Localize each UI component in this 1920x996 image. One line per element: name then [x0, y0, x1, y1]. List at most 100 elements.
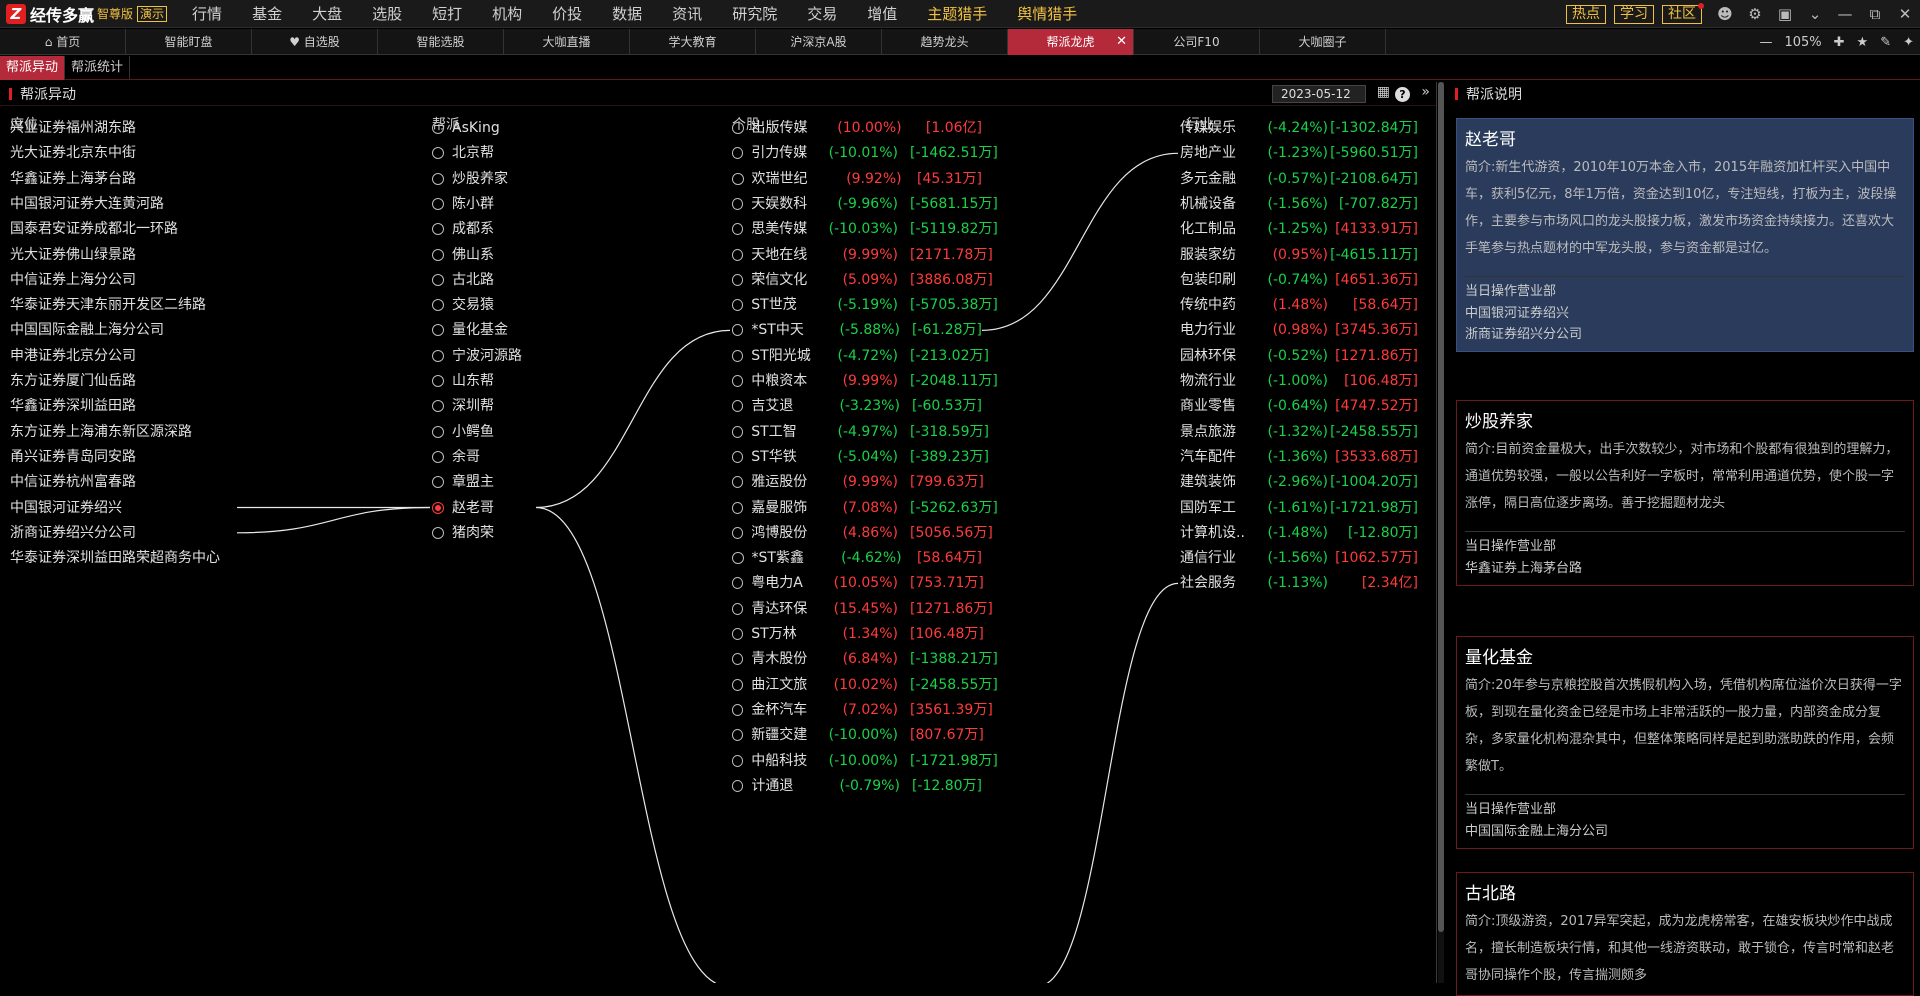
stock-row[interactable]: *ST紫鑫 (-4.62%) [58.64万]	[732, 548, 982, 568]
vertical-scrollbar[interactable]	[1438, 82, 1444, 983]
stock-row[interactable]: *ST中天 (-5.88%) [-61.28万]	[732, 320, 982, 340]
tab-4[interactable]: 大咖直播	[504, 28, 630, 55]
radio-button[interactable]	[732, 501, 744, 514]
calendar-icon[interactable]: ▦	[1377, 84, 1390, 100]
menu-item-13[interactable]: 舆情猎手	[1002, 3, 1092, 24]
seat-row[interactable]: 中信证券上海分公司	[10, 270, 136, 290]
tab-2[interactable]: ♥ 自选股	[252, 28, 378, 55]
stock-row[interactable]: 青达环保 (15.45%) [1271.86万]	[732, 599, 993, 619]
radio-button[interactable]	[432, 324, 444, 337]
tab-10[interactable]: 大咖圈子	[1260, 28, 1386, 55]
radio-button[interactable]	[732, 526, 744, 539]
radio-button[interactable]	[732, 450, 744, 463]
gang-row[interactable]: 陈小群	[432, 194, 494, 214]
radio-button[interactable]	[732, 223, 744, 236]
gang-row[interactable]: 炒股养家	[432, 169, 508, 189]
industry-row[interactable]: 通信行业 (-1.56%) [1062.57万]	[1180, 548, 1424, 568]
stock-row[interactable]: 新疆交建 (-10.00%) [807.67万]	[732, 725, 984, 745]
gang-row[interactable]: AsKing	[432, 118, 500, 138]
expand-icon[interactable]: »	[1421, 84, 1430, 100]
radio-button[interactable]	[432, 476, 444, 489]
gang-row[interactable]: 小鳄鱼	[432, 422, 494, 442]
radio-button[interactable]	[432, 273, 444, 286]
radio-button[interactable]	[732, 172, 744, 185]
stock-row[interactable]: ST世茂 (-5.19%) [-5705.38万]	[732, 295, 998, 315]
radio-button[interactable]	[432, 425, 444, 438]
menu-item-11[interactable]: 增值	[852, 3, 912, 24]
seat-row[interactable]: 国泰君安证券成都北一环路	[10, 219, 178, 239]
pin-icon[interactable]: ✦	[1903, 35, 1914, 50]
star-icon[interactable]: ★	[1857, 35, 1869, 50]
radio-button[interactable]	[732, 400, 744, 413]
stock-row[interactable]: 嘉曼服饰 (7.08%) [-5262.63万]	[732, 498, 998, 518]
layout-icon[interactable]: ▣	[1770, 5, 1800, 23]
radio-button[interactable]	[732, 754, 744, 767]
radio-button[interactable]	[432, 172, 444, 185]
edit-icon[interactable]: ✎	[1880, 35, 1891, 50]
radio-button[interactable]	[732, 628, 744, 640]
seat-row[interactable]: 华鑫证券上海茅台路	[10, 169, 136, 189]
scrollbar-thumb[interactable]	[1438, 82, 1444, 932]
stock-row[interactable]: 计通退 (-0.79%) [-12.80万]	[732, 776, 982, 796]
seat-row[interactable]: 东方证券上海浦东新区源深路	[10, 422, 192, 442]
radio-button[interactable]	[732, 273, 744, 286]
zoom-out-icon[interactable]: —	[1759, 35, 1772, 50]
seat-row[interactable]: 甬兴证券青岛同安路	[10, 447, 136, 467]
gang-card[interactable]: 赵老哥 简介:新生代游资，2010年10万本金入市，2015年融资加杠杆买入中国中…	[1456, 118, 1914, 352]
radio-button[interactable]	[432, 450, 444, 463]
demo-badge[interactable]: 演示	[137, 5, 168, 22]
radio-button[interactable]	[432, 400, 444, 413]
menu-item-1[interactable]: 基金	[237, 3, 297, 24]
help-icon[interactable]: ?	[1395, 87, 1410, 102]
seat-row[interactable]: 中国银河证券绍兴	[10, 498, 122, 518]
menu-item-4[interactable]: 短打	[417, 3, 477, 24]
stock-row[interactable]: ST华铁 (-5.04%) [-389.23万]	[732, 447, 989, 467]
tab-6[interactable]: 沪深京A股	[756, 28, 882, 55]
industry-row[interactable]: 国防军工 (-1.61%) [-1721.98万]	[1180, 498, 1424, 518]
seat-row[interactable]: 华泰证券天津东丽开发区二纬路	[10, 295, 206, 315]
stock-row[interactable]: ST阳光城 (-4.72%) [-213.02万]	[732, 346, 989, 366]
industry-row[interactable]: 计算机设... (-1.48%) [-12.80万]	[1180, 523, 1424, 543]
radio-button[interactable]	[432, 122, 444, 134]
minimize-icon[interactable]: —	[1830, 5, 1860, 23]
stock-row[interactable]: 中粮资本 (9.99%) [-2048.11万]	[732, 371, 998, 391]
stock-row[interactable]: 天地在线 (9.99%) [2171.78万]	[732, 245, 993, 265]
radio-button[interactable]	[732, 349, 744, 362]
radio-button[interactable]	[732, 375, 744, 387]
radio-button[interactable]	[732, 147, 744, 160]
stock-row[interactable]: 金杯汽车 (7.02%) [3561.39万]	[732, 700, 993, 720]
tab-5[interactable]: 学大教育	[630, 28, 756, 55]
close-icon[interactable]: ✕	[1890, 5, 1920, 23]
gear-icon[interactable]: ⚙	[1740, 5, 1770, 23]
seat-row[interactable]: 申港证券北京分公司	[10, 346, 136, 366]
gang-row[interactable]: 赵老哥	[432, 498, 494, 518]
radio-button[interactable]	[732, 703, 744, 716]
menu-item-8[interactable]: 资讯	[657, 3, 717, 24]
gang-row[interactable]: 成都系	[432, 219, 494, 239]
radio-button[interactable]	[732, 729, 744, 742]
stock-row[interactable]: 曲江文旅 (10.02%) [-2458.55万]	[732, 675, 998, 695]
gang-row[interactable]: 量化基金	[432, 320, 508, 340]
gang-row[interactable]: 宁波河源路	[432, 346, 522, 366]
tab-3[interactable]: 智能选股	[378, 28, 504, 55]
close-tab-icon[interactable]: ✕	[1116, 29, 1127, 55]
stock-row[interactable]: ST万林 (1.34%) [106.48万]	[732, 624, 984, 644]
user-icon[interactable]: ☻	[1710, 5, 1740, 23]
radio-button[interactable]	[732, 197, 744, 210]
tab-9[interactable]: 公司F10	[1134, 28, 1260, 55]
stock-row[interactable]: 中船科技 (-10.00%) [-1721.98万]	[732, 751, 998, 771]
gang-row[interactable]: 山东帮	[432, 371, 494, 391]
stock-row[interactable]: 思美传媒 (-10.03%) [-5119.82万]	[732, 219, 998, 239]
zoom-in-icon[interactable]: ✚	[1834, 35, 1845, 50]
industry-row[interactable]: 化工制品 (-1.25%) [4133.91万]	[1180, 219, 1424, 239]
stock-row[interactable]: 雅运股份 (9.99%) [799.63万]	[732, 472, 984, 492]
seat-row[interactable]: 光大证券北京东中街	[10, 143, 136, 163]
menu-item-2[interactable]: 大盘	[297, 3, 357, 24]
seat-row[interactable]: 中信证券杭州富春路	[10, 472, 136, 492]
seat-row[interactable]: 华泰证券深圳益田路荣超商务中心	[10, 548, 220, 568]
radio-button[interactable]	[432, 526, 444, 539]
industry-row[interactable]: 建筑装饰 (-2.96%) [-1004.20万]	[1180, 472, 1424, 492]
radio-button[interactable]	[432, 248, 444, 261]
stock-row[interactable]: 粤电力A (10.05%) [753.71万]	[732, 573, 984, 593]
quick-pill-1[interactable]: 学习	[1614, 4, 1654, 24]
